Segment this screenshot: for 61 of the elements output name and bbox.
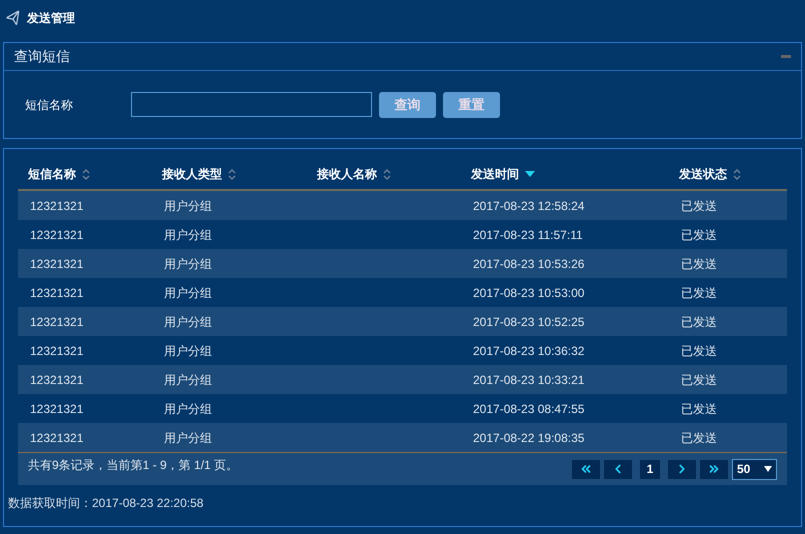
table-cell: 2017-08-23 12:58:24: [473, 198, 584, 212]
table-cell: 12321321: [30, 314, 84, 328]
sort-descending-icon[interactable]: [525, 171, 535, 177]
table-cell: 已发送: [681, 314, 717, 328]
pagination-summary: 共有9条记录，当前第1 - 9，第 1/1 页。: [28, 457, 238, 474]
table-cell: 用户分组: [164, 286, 212, 300]
table-cell: 已发送: [681, 228, 717, 242]
last-page-button[interactable]: [700, 460, 728, 478]
table-cell: 2017-08-23 10:36:32: [473, 344, 584, 358]
column-header[interactable]: 发送时间: [471, 165, 519, 183]
table-cell: 2017-08-23 10:53:26: [473, 256, 584, 270]
table-cell: 12321321: [30, 402, 84, 416]
table-cell: 12321321: [30, 286, 84, 300]
table-cell: 用户分组: [164, 198, 212, 212]
sort-icon[interactable]: [228, 168, 236, 180]
page-size-select[interactable]: 50: [732, 458, 777, 480]
table-cell: 2017-08-23 10:53:00: [473, 286, 584, 300]
table-cell: 用户分组: [164, 402, 212, 416]
table-cell: 用户分组: [164, 256, 212, 270]
table-cell: 12321321: [30, 256, 84, 270]
table-cell: 12321321: [30, 430, 84, 444]
table-cell: 已发送: [681, 256, 717, 270]
table-cell: 2017-08-23 10:33:21: [473, 372, 584, 386]
column-header[interactable]: 接收人类型: [162, 165, 222, 183]
first-page-button[interactable]: [572, 460, 600, 478]
table-cell: 12321321: [30, 372, 84, 386]
next-page-button[interactable]: [668, 460, 696, 478]
table-cell: 2017-08-23 11:57:11: [473, 228, 583, 242]
table-cell: 已发送: [681, 344, 717, 358]
table-cell: 用户分组: [164, 430, 212, 444]
table-cell: 用户分组: [164, 314, 212, 328]
panel-title: 查询短信: [14, 47, 70, 66]
table-cell: 12321321: [30, 198, 84, 212]
sms-name-field[interactable]: [131, 92, 372, 117]
sort-icon[interactable]: [82, 168, 90, 180]
table-cell: 2017-08-23 08:47:55: [473, 402, 584, 416]
table-cell: 已发送: [681, 286, 717, 300]
table-cell: 用户分组: [164, 372, 212, 386]
page-title: 发送管理: [27, 10, 75, 27]
dropdown-icon: [764, 466, 772, 472]
table-cell: 已发送: [681, 198, 717, 212]
double-chevron-left-icon: [579, 462, 593, 476]
previous-page-button[interactable]: [604, 460, 632, 478]
table-cell: 已发送: [681, 372, 717, 386]
double-chevron-right-icon: [707, 462, 721, 476]
sort-icon[interactable]: [733, 168, 741, 180]
column-header[interactable]: 短信名称: [28, 165, 76, 183]
table-cell: 已发送: [681, 430, 717, 444]
sort-icon[interactable]: [383, 168, 391, 180]
column-header[interactable]: 发送状态: [679, 165, 727, 183]
table-cell: 12321321: [30, 344, 84, 358]
page-number-button[interactable]: 1: [640, 460, 660, 478]
table-cell: 12321321: [30, 228, 84, 242]
table-cell: 用户分组: [164, 344, 212, 358]
column-header[interactable]: 接收人名称: [317, 165, 377, 183]
field-label: 短信名称: [25, 96, 74, 114]
table-cell: 已发送: [681, 402, 717, 416]
fetch-time-text: 数据获取时间：2017-08-23 22:20:58: [8, 495, 204, 512]
table-cell: 2017-08-23 10:52:25: [473, 314, 584, 328]
table-cell: 用户分组: [164, 228, 212, 242]
table-cell: 2017-08-22 19:08:35: [473, 430, 584, 444]
